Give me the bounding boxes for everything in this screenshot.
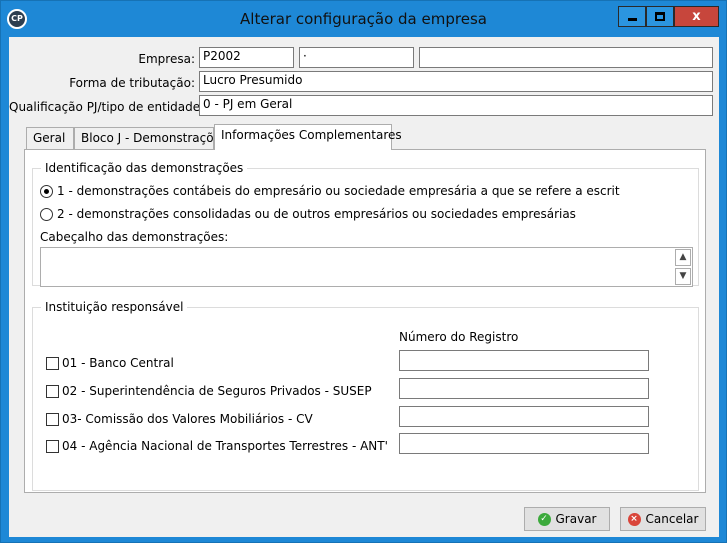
instituicao-item-1-label: 01 - Banco Central: [62, 356, 174, 370]
checkbox-banco-central[interactable]: [46, 356, 59, 370]
cancelar-button[interactable]: × Cancelar: [620, 507, 706, 531]
instituicao-item-4-label: 04 - Agência Nacional de Transportes Ter…: [62, 439, 388, 453]
maximize-button[interactable]: [646, 6, 674, 27]
cancel-icon: ×: [627, 512, 641, 526]
instituicao-item-1[interactable]: 01 - Banco Central: [46, 356, 174, 370]
cancelar-label: Cancelar: [645, 512, 699, 526]
instituicao-item-3-label: 03- Comissão dos Valores Mobiliários - C…: [62, 412, 313, 426]
cabecalho-label: Cabeçalho das demonstrações:: [40, 230, 229, 244]
minimize-button[interactable]: [618, 6, 646, 27]
dialog-body: Empresa: P2002 · Forma de tributação: Lu…: [9, 37, 719, 537]
empresa-label: Empresa:: [138, 52, 195, 66]
qualificacao-label: Qualificação PJ/tipo de entidade:: [9, 100, 205, 114]
empresa-code-field[interactable]: P2002: [199, 47, 294, 68]
tab-panel: Identificação das demonstrações 1 - demo…: [24, 149, 706, 493]
dialog-window: CP Alterar configuração da empresa x Emp…: [0, 0, 727, 543]
tab-geral[interactable]: Geral: [26, 127, 74, 149]
instituicao-item-2[interactable]: 02 - Superintendência de Seguros Privado…: [46, 384, 372, 398]
maximize-icon: [655, 12, 665, 21]
checkbox-cvm[interactable]: [46, 412, 59, 426]
gravar-label: Gravar: [555, 512, 597, 526]
checkbox-antt[interactable]: [46, 439, 59, 453]
dialog-client-area: Empresa: P2002 · Forma de tributação: Lu…: [9, 37, 719, 537]
scroll-down-icon[interactable]: ▼: [675, 268, 691, 285]
instituicao-group-title: Instituição responsável: [41, 300, 188, 314]
minimize-icon: [627, 18, 637, 21]
registro-field-1[interactable]: [399, 350, 649, 371]
check-icon: ✓: [537, 512, 551, 526]
radio-button-1[interactable]: [40, 184, 53, 198]
tab-bloco-j[interactable]: Bloco J - Demonstrações: [74, 127, 227, 149]
identificacao-group: Identificação das demonstrações 1 - demo…: [32, 161, 699, 287]
scroll-up-icon[interactable]: ▲: [675, 249, 691, 266]
checkbox-susep[interactable]: [46, 384, 59, 398]
empresa-secondary-field[interactable]: ·: [299, 47, 414, 68]
radio-option-1[interactable]: 1 - demonstrações contábeis do empresári…: [40, 184, 620, 198]
gravar-button[interactable]: ✓ Gravar: [524, 507, 610, 531]
instituicao-item-2-label: 02 - Superintendência de Seguros Privado…: [62, 384, 372, 398]
registro-field-3[interactable]: [399, 406, 649, 427]
cabecalho-textarea[interactable]: ▲ ▼: [40, 247, 693, 287]
radio-option-2[interactable]: 2 - demonstrações consolidadas ou de out…: [40, 207, 576, 221]
empresa-name-field[interactable]: [419, 47, 713, 68]
identificacao-group-title: Identificação das demonstrações: [41, 161, 248, 175]
registro-field-4[interactable]: [399, 433, 649, 454]
radio-option-1-label: 1 - demonstrações contábeis do empresári…: [57, 184, 620, 198]
close-icon: x: [692, 9, 701, 24]
tributacao-label: Forma de tributação:: [69, 76, 195, 90]
instituicao-item-3[interactable]: 03- Comissão dos Valores Mobiliários - C…: [46, 412, 313, 426]
tributacao-field[interactable]: Lucro Presumido: [199, 71, 713, 92]
title-bar[interactable]: CP Alterar configuração da empresa x: [1, 1, 726, 37]
instituicao-group: Instituição responsável Número do Regist…: [32, 300, 699, 491]
radio-option-2-label: 2 - demonstrações consolidadas ou de out…: [57, 207, 576, 221]
instituicao-item-4[interactable]: 04 - Agência Nacional de Transportes Ter…: [46, 439, 388, 453]
close-button[interactable]: x: [674, 6, 719, 27]
registro-field-2[interactable]: [399, 378, 649, 399]
registro-header: Número do Registro: [399, 330, 519, 344]
tab-informacoes-complementares[interactable]: Informações Complementares: [214, 124, 402, 150]
qualificacao-field[interactable]: 0 - PJ em Geral: [199, 95, 713, 116]
radio-button-2[interactable]: [40, 207, 53, 221]
